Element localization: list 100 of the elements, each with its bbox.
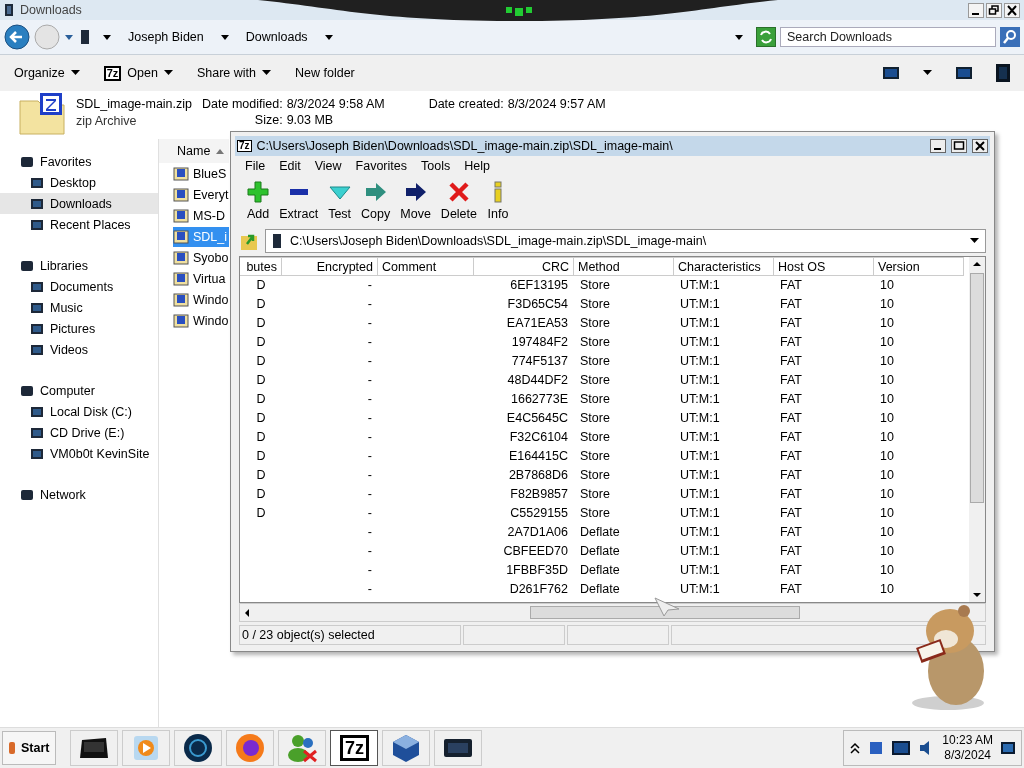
column-header[interactable]: Method: [574, 257, 674, 276]
list-entry[interactable]: Windo: [173, 311, 229, 331]
table-cell-text: C5529155: [509, 505, 569, 520]
back-button[interactable]: [4, 24, 30, 50]
command-button[interactable]: New folder: [295, 66, 355, 80]
table-cell-text: 48D44DF2: [506, 372, 569, 387]
close-button[interactable]: [972, 139, 988, 153]
nav-heading[interactable]: Network: [40, 487, 86, 502]
list-entry[interactable]: Virtua: [173, 269, 229, 289]
maximize-button[interactable]: [951, 139, 967, 153]
folder-icon: [4, 3, 14, 17]
nav-item[interactable]: Downloads: [0, 193, 158, 214]
toolbar-button[interactable]: Delete: [440, 181, 477, 221]
column-header[interactable]: butes: [240, 257, 282, 276]
menu-item[interactable]: Favorites: [355, 159, 407, 173]
detail-value: 8/3/2024 9:58 AM: [286, 97, 385, 111]
toolbar-button[interactable]: Extract: [279, 181, 319, 221]
monitor-icon: [30, 446, 44, 461]
toolbar-button[interactable]: Move: [400, 181, 431, 221]
command-button[interactable]: 7z Open: [103, 65, 173, 81]
command-button[interactable]: Share with: [196, 66, 271, 80]
caret-icon[interactable]: [923, 70, 932, 76]
nav-item[interactable]: Videos: [0, 339, 158, 360]
nav-item[interactable]: Music: [0, 297, 158, 318]
taskbar-button[interactable]: [70, 730, 119, 766]
command-button[interactable]: Organize: [14, 66, 80, 80]
table-cell-text: -: [366, 543, 373, 558]
nav-item[interactable]: Documents: [0, 276, 158, 297]
table-cell-text: FAT: [779, 296, 803, 311]
column-header[interactable]: Characteristics: [674, 257, 774, 276]
address-bar[interactable]: Joseph Biden Downloads: [78, 25, 752, 49]
show-desktop-icon[interactable]: [1001, 742, 1015, 754]
taskbar-button[interactable]: [226, 730, 275, 766]
chevron-up-icon[interactable]: [850, 742, 861, 754]
nav-item[interactable]: Pictures: [0, 318, 158, 339]
table-cell-text: 10: [879, 562, 895, 577]
list-entry[interactable]: BlueS: [173, 164, 229, 184]
caret-icon[interactable]: [970, 238, 979, 244]
nav-heading[interactable]: Libraries: [40, 258, 88, 273]
caret-icon[interactable]: [163, 70, 173, 76]
scroll-thumb[interactable]: [530, 606, 800, 619]
search-icon[interactable]: [1000, 27, 1020, 47]
caret-icon[interactable]: [323, 33, 334, 41]
menu-item[interactable]: View: [314, 159, 342, 173]
menu-item[interactable]: Edit: [279, 159, 301, 173]
table-cell-text: FAT: [779, 315, 803, 330]
table-cell-text: FAT: [779, 467, 803, 482]
taskbar-button[interactable]: 7z: [330, 730, 379, 766]
column-header[interactable]: Name: [159, 139, 229, 163]
table-cell-text: -: [366, 334, 373, 349]
toolbar-button[interactable]: Info: [487, 181, 509, 221]
taskbar-button[interactable]: [382, 730, 431, 766]
search-field[interactable]: Search Downloads: [780, 27, 996, 47]
table-cell-text: -: [366, 372, 373, 387]
taskbar-button[interactable]: [174, 730, 223, 766]
nav-heading[interactable]: Favorites: [40, 154, 92, 169]
list-entry[interactable]: MS-D: [173, 206, 229, 226]
column-header[interactable]: Comment: [378, 257, 474, 276]
table-cell-text: 10: [879, 410, 895, 425]
column-header[interactable]: Version: [874, 257, 964, 276]
table-cell-text: 10: [879, 372, 895, 387]
archive-icon: [173, 208, 189, 224]
table-cell-text: D: [255, 410, 267, 425]
list-entry[interactable]: Windo: [173, 290, 229, 310]
caret-icon[interactable]: [219, 33, 230, 41]
caret-icon[interactable]: [734, 33, 744, 41]
menu-item[interactable]: File: [245, 159, 266, 173]
column-header[interactable]: CRC: [474, 257, 574, 276]
taskbar-button[interactable]: [434, 730, 483, 766]
folder-icon: [272, 233, 282, 249]
caret-icon[interactable]: [70, 70, 80, 76]
minimize-button[interactable]: [968, 2, 984, 18]
nav-item[interactable]: Desktop: [0, 172, 158, 193]
column-header[interactable]: Host OS: [774, 257, 874, 276]
caret-icon[interactable]: [262, 70, 271, 76]
nav-item[interactable]: Local Disk (C:): [0, 401, 158, 422]
toolbar-button[interactable]: Copy: [361, 181, 391, 221]
close-button[interactable]: [1004, 2, 1020, 18]
status-text: 0 / 23 object(s) selected: [239, 625, 461, 645]
nav-item[interactable]: VM0b0t KevinSite: [0, 443, 158, 464]
minimize-button[interactable]: [930, 139, 946, 153]
list-entry[interactable]: Everyt: [173, 185, 229, 205]
breadcrumb-item[interactable]: Downloads: [241, 30, 312, 44]
scroll-thumb[interactable]: [970, 273, 984, 503]
breadcrumb-item[interactable]: Joseph Biden: [124, 30, 208, 44]
menu-item[interactable]: Help: [464, 159, 490, 173]
start-button[interactable]: Start: [2, 731, 57, 765]
nav-item[interactable]: Recent Places: [0, 214, 158, 235]
column-header[interactable]: Encrypted: [282, 257, 378, 276]
toolbar-button[interactable]: Test: [328, 181, 352, 221]
tray-icon[interactable]: [868, 740, 885, 756]
list-entry[interactable]: Syobo: [173, 248, 229, 268]
refresh-button[interactable]: [756, 27, 776, 47]
menu-item[interactable]: Tools: [421, 159, 451, 173]
path-field[interactable]: C:\Users\Joseph Biden\Downloads\SDL_image-main.zip\SDL_image-main\: [265, 229, 986, 253]
monitor-icon[interactable]: [892, 741, 911, 755]
nav-heading[interactable]: Computer: [40, 383, 95, 398]
restore-button[interactable]: [986, 2, 1002, 18]
toolbar-button[interactable]: Add: [247, 181, 270, 221]
nav-item[interactable]: CD Drive (E:): [0, 422, 158, 443]
